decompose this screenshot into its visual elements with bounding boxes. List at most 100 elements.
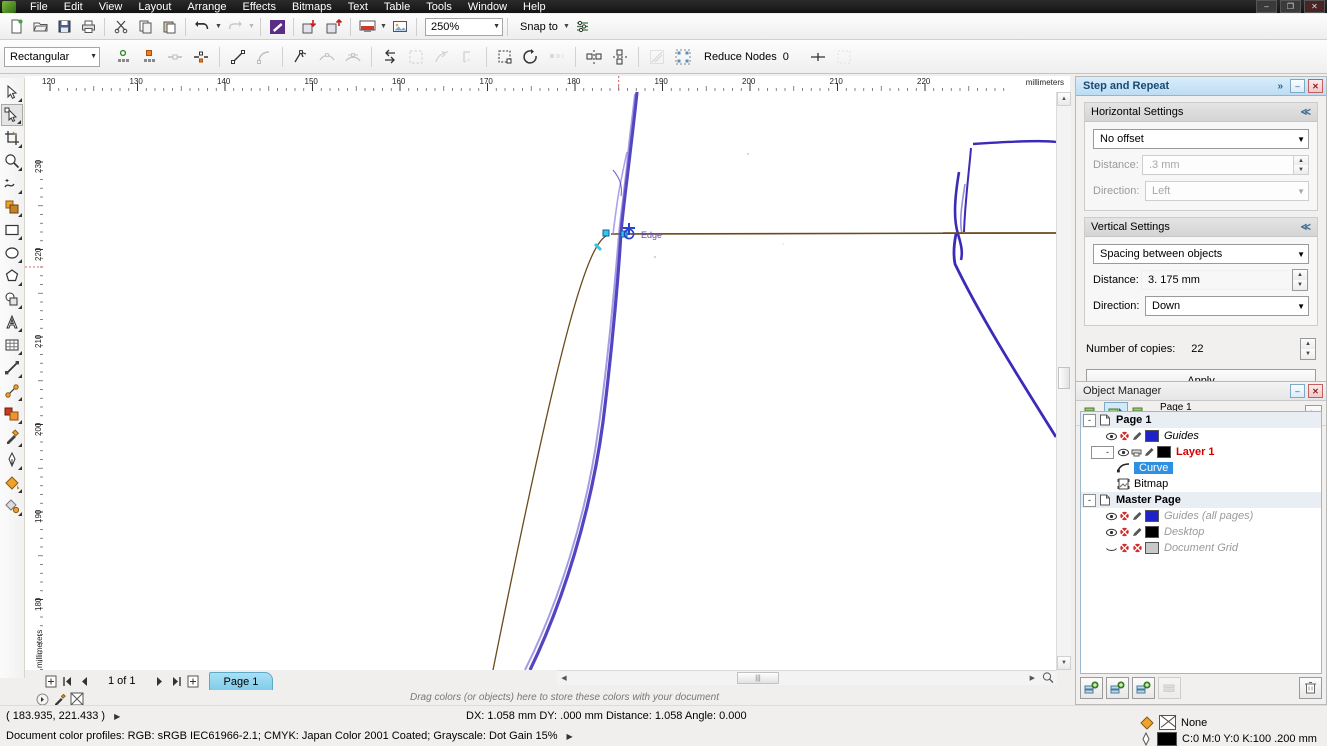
menu-table[interactable]: Table	[376, 1, 418, 14]
reflect-nodes-horizontally-button[interactable]	[581, 44, 607, 70]
tool-shape[interactable]	[1, 104, 23, 126]
printable-toggle[interactable]	[1130, 447, 1143, 457]
vertical-settings-header[interactable]: Vertical Settings ≪	[1085, 218, 1317, 237]
import-button[interactable]	[298, 15, 322, 39]
no-print-icon[interactable]	[1132, 543, 1143, 553]
spinner-up-icon[interactable]: ▲	[1301, 339, 1315, 349]
spinner-down-icon[interactable]: ▼	[1294, 165, 1308, 174]
no-print-icon[interactable]	[1119, 511, 1130, 521]
editable-toggle[interactable]	[1131, 527, 1144, 537]
object-manager-row[interactable]: Curve	[1081, 460, 1321, 476]
number-of-copies-value[interactable]: 22	[1185, 343, 1203, 355]
print-button[interactable]	[76, 15, 100, 39]
options-button[interactable]	[571, 15, 595, 39]
menu-edit[interactable]: Edit	[56, 1, 91, 14]
tool-text[interactable]	[1, 311, 23, 333]
no-print-icon[interactable]	[1119, 527, 1130, 537]
undo-dropdown-arrow[interactable]: ▼	[214, 16, 223, 38]
no-color-button[interactable]	[70, 692, 84, 706]
extract-subpath-button[interactable]	[429, 44, 455, 70]
tool-dimension[interactable]	[1, 357, 23, 379]
elastic-mode-button[interactable]	[644, 44, 670, 70]
horizontal-direction-select[interactable]: Left ▼	[1145, 181, 1309, 201]
eyedropper-palette-button[interactable]	[53, 693, 66, 706]
fill-status[interactable]: None	[1140, 715, 1207, 730]
horizontal-mode-select[interactable]: No offset ▼	[1093, 129, 1309, 149]
tool-ellipse[interactable]	[1, 242, 23, 264]
menu-effects[interactable]: Effects	[235, 1, 284, 14]
chevron-up-icon[interactable]: ≪	[1301, 222, 1311, 233]
menu-arrange[interactable]: Arrange	[179, 1, 234, 14]
menu-window[interactable]: Window	[460, 1, 515, 14]
editable-toggle[interactable]	[1131, 511, 1144, 521]
redo-button[interactable]	[223, 15, 247, 39]
vertical-scrollbar[interactable]: ▲ ▼	[1056, 92, 1071, 670]
menu-file[interactable]: File	[22, 1, 56, 14]
reverse-direction-button[interactable]	[377, 44, 403, 70]
new-master-layer-odd-button[interactable]	[1106, 677, 1129, 699]
eye-icon[interactable]	[1106, 432, 1117, 441]
horizontal-distance-field[interactable]: ▲▼	[1142, 155, 1309, 175]
menu-view[interactable]: View	[91, 1, 131, 14]
layer-color-chip[interactable]	[1145, 430, 1159, 442]
spinner-up-icon[interactable]: ▲	[1293, 270, 1307, 280]
eye-icon[interactable]	[1106, 512, 1117, 521]
no-print-icon[interactable]	[1119, 431, 1130, 441]
scroll-left-arrow[interactable]: ◀	[557, 674, 571, 682]
edit-pencil-icon[interactable]	[1132, 431, 1143, 441]
menu-layout[interactable]: Layout	[130, 1, 179, 14]
join-two-nodes-button[interactable]	[162, 44, 188, 70]
redo-dropdown-arrow[interactable]: ▼	[247, 16, 256, 38]
menu-help[interactable]: Help	[515, 1, 554, 14]
spinner-down-icon[interactable]: ▼	[1293, 280, 1307, 290]
maximize-button[interactable]: ❐	[1280, 0, 1301, 13]
eye-icon[interactable]	[1106, 528, 1117, 537]
layer-color-chip[interactable]	[1145, 526, 1159, 538]
object-manager-row[interactable]: Desktop	[1081, 524, 1321, 540]
expand-dockers-icon[interactable]: »	[1277, 81, 1283, 92]
delete-node-button[interactable]	[136, 44, 162, 70]
vertical-direction-select[interactable]: Down ▼	[1145, 296, 1309, 316]
chevron-up-icon[interactable]: ≪	[1301, 107, 1311, 118]
delete-layer-button[interactable]	[1299, 677, 1322, 699]
extend-curve-to-close-button[interactable]	[403, 44, 429, 70]
horizontal-settings-header[interactable]: Horizontal Settings ≪	[1085, 103, 1317, 122]
vertical-distance-field[interactable]: ▲▼	[1141, 269, 1309, 291]
eye-closed-icon[interactable]	[1106, 544, 1117, 553]
reduce-nodes-slider[interactable]	[805, 44, 831, 70]
printable-toggle[interactable]	[1118, 511, 1131, 521]
expander-toggle[interactable]: -	[1083, 413, 1096, 427]
open-document-button[interactable]	[28, 15, 52, 39]
tool-blend[interactable]	[1, 403, 23, 425]
printable-toggle[interactable]	[1118, 543, 1131, 553]
step-and-repeat-minimize-button[interactable]: –	[1290, 79, 1305, 93]
zoom-level-combo[interactable]: 250% ▼	[425, 17, 503, 36]
object-manager-close-button[interactable]: ✕	[1308, 384, 1323, 398]
new-layer-button[interactable]	[1080, 677, 1103, 699]
layer-color-chip[interactable]	[1157, 446, 1171, 458]
new-master-layer-all-button[interactable]	[1132, 677, 1155, 699]
stretch-scale-nodes-button[interactable]	[492, 44, 518, 70]
tool-interactive-fill[interactable]	[1, 495, 23, 517]
outline-status[interactable]: C:0 M:0 Y:0 K:100 .200 mm	[1140, 732, 1317, 746]
make-node-symmetrical-button[interactable]	[340, 44, 366, 70]
copy-button[interactable]	[133, 15, 157, 39]
visibility-toggle[interactable]	[1105, 528, 1118, 537]
printable-toggle[interactable]	[1118, 527, 1131, 537]
edit-pencil-icon[interactable]	[1144, 447, 1155, 457]
previous-page-button[interactable]	[77, 673, 92, 689]
printer-icon[interactable]	[1131, 447, 1142, 457]
edit-pencil-icon[interactable]	[1132, 511, 1143, 521]
horizontal-ruler[interactable]: 120 130 140 150 160 170 180 190 200 210 220 millim…	[25, 76, 1070, 93]
tool-connector[interactable]	[1, 380, 23, 402]
tool-rectangle[interactable]	[1, 219, 23, 241]
scroll-right-arrow[interactable]: ▶	[1030, 674, 1035, 682]
menu-text[interactable]: Text	[340, 1, 376, 14]
object-manager-row[interactable]: - Page 1	[1081, 412, 1321, 428]
vertical-ruler[interactable]: 230 220 210 200 190 180 millimeters	[25, 92, 44, 670]
edit-across-layers-toggle[interactable]	[1158, 677, 1181, 699]
menu-bitmaps[interactable]: Bitmaps	[284, 1, 340, 14]
corel-connect-button[interactable]	[265, 15, 289, 39]
snap-to-label[interactable]: Snap to	[512, 21, 562, 33]
selection-mode-combo[interactable]: Rectangular ▼	[4, 46, 100, 67]
